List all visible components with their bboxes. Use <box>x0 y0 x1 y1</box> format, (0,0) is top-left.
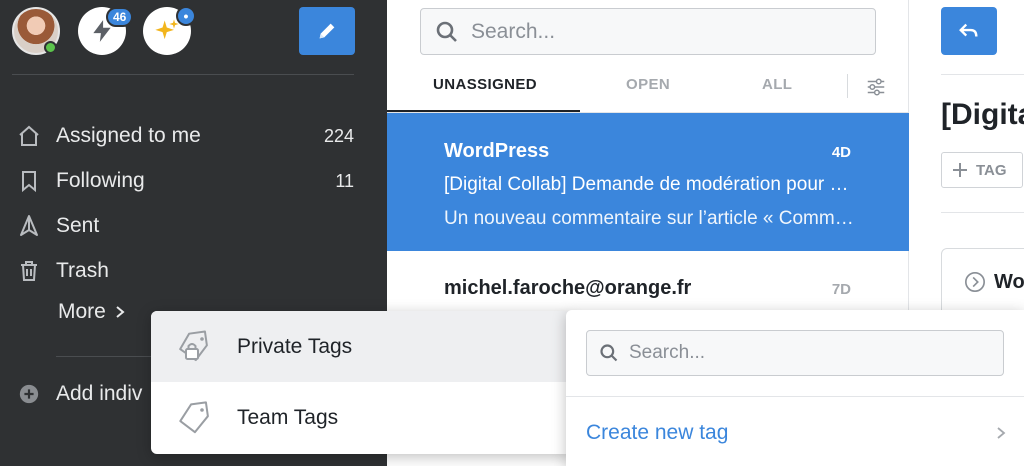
detail-divider <box>941 74 1024 75</box>
sidebar-item-label: Sent <box>56 214 100 237</box>
add-individual-button[interactable]: Add indiv <box>12 374 142 414</box>
message-card-sender: Wo <box>994 271 1024 293</box>
pencil-icon <box>319 23 335 39</box>
tab-divider <box>847 74 848 98</box>
sidebar-item-trash[interactable]: Trash <box>12 251 354 291</box>
conversation-subject: [Digital Collab] Demande de modération p… <box>444 174 854 195</box>
sidebar-item-label: Trash <box>56 259 109 282</box>
tag-type-menu: Private Tags Team Tags <box>151 311 571 454</box>
add-individual-label: Add indiv <box>56 382 143 405</box>
conversation-item-selected[interactable]: WordPress 4D [Digital Collab] Demande de… <box>387 113 909 251</box>
conversation-search-input[interactable]: Search... <box>420 8 876 55</box>
tag-submenu: Search... Create new tag <box>566 310 1024 466</box>
tag-icon <box>179 400 209 433</box>
sidebar-item-label: Assigned to me <box>56 124 201 147</box>
tab-unassigned[interactable]: UNASSIGNED <box>433 76 537 93</box>
sidebar-item-count: 11 <box>335 170 354 191</box>
sidebar-divider <box>56 356 156 357</box>
trash-icon <box>12 259 46 283</box>
chevron-circle-icon <box>965 272 985 292</box>
tab-open[interactable]: OPEN <box>626 76 670 93</box>
conversation-age: 7D <box>831 281 851 298</box>
submenu-divider <box>566 396 1024 397</box>
create-new-tag-label: Create new tag <box>586 421 729 444</box>
conversation-age: 4D <box>831 144 851 161</box>
ai-status-badge: • <box>176 6 196 26</box>
menu-item-label: Private Tags <box>237 334 353 358</box>
online-status-indicator <box>44 41 57 54</box>
create-new-tag-button[interactable]: Create new tag <box>586 408 1006 458</box>
reply-arrow-icon <box>959 23 978 37</box>
search-placeholder: Search... <box>471 19 556 43</box>
conversation-sender: WordPress <box>444 140 550 162</box>
compose-button[interactable] <box>299 7 355 55</box>
tab-all[interactable]: ALL <box>762 76 792 93</box>
conversation-preview: Un nouveau commentaire sur l’article « C… <box>444 208 854 229</box>
bookmark-icon <box>12 169 46 193</box>
sidebar-item-count: 224 <box>323 125 354 146</box>
plus-circle-icon <box>12 383 46 405</box>
menu-item-private-tags[interactable]: Private Tags <box>151 311 571 382</box>
search-icon <box>600 344 618 362</box>
home-icon <box>12 124 46 148</box>
notifications-count-badge: 46 <box>106 7 134 27</box>
tag-search-input[interactable]: Search... <box>586 330 1004 376</box>
tag-search-placeholder: Search... <box>629 342 706 363</box>
conversation-title: [Digita <box>941 98 1024 131</box>
menu-item-label: Team Tags <box>237 405 339 429</box>
reply-button[interactable] <box>941 7 997 55</box>
filter-button[interactable] <box>865 76 887 103</box>
sidebar-divider <box>12 74 354 75</box>
send-icon <box>12 214 46 238</box>
sidebar-item-following[interactable]: Following 11 <box>12 161 354 201</box>
search-icon <box>436 21 457 42</box>
sidebar-item-assigned-to-me[interactable]: Assigned to me 224 <box>12 116 354 156</box>
menu-item-team-tags[interactable]: Team Tags <box>151 382 571 453</box>
chevron-right-icon <box>997 427 1006 439</box>
more-label: More <box>58 300 106 323</box>
more-link[interactable]: More <box>58 300 126 324</box>
private-tag-icon <box>179 329 208 361</box>
detail-divider <box>941 212 1024 213</box>
add-tag-button[interactable]: TAG <box>941 152 1023 188</box>
conversation-sender: michel.faroche@orange.fr <box>444 277 692 299</box>
sidebar-item-sent[interactable]: Sent <box>12 206 354 246</box>
chevron-right-icon <box>116 306 125 318</box>
sidebar-item-label: Following <box>56 169 145 192</box>
add-tag-label: TAG <box>976 161 1007 179</box>
plus-icon <box>953 163 967 177</box>
sliders-icon <box>867 78 885 96</box>
